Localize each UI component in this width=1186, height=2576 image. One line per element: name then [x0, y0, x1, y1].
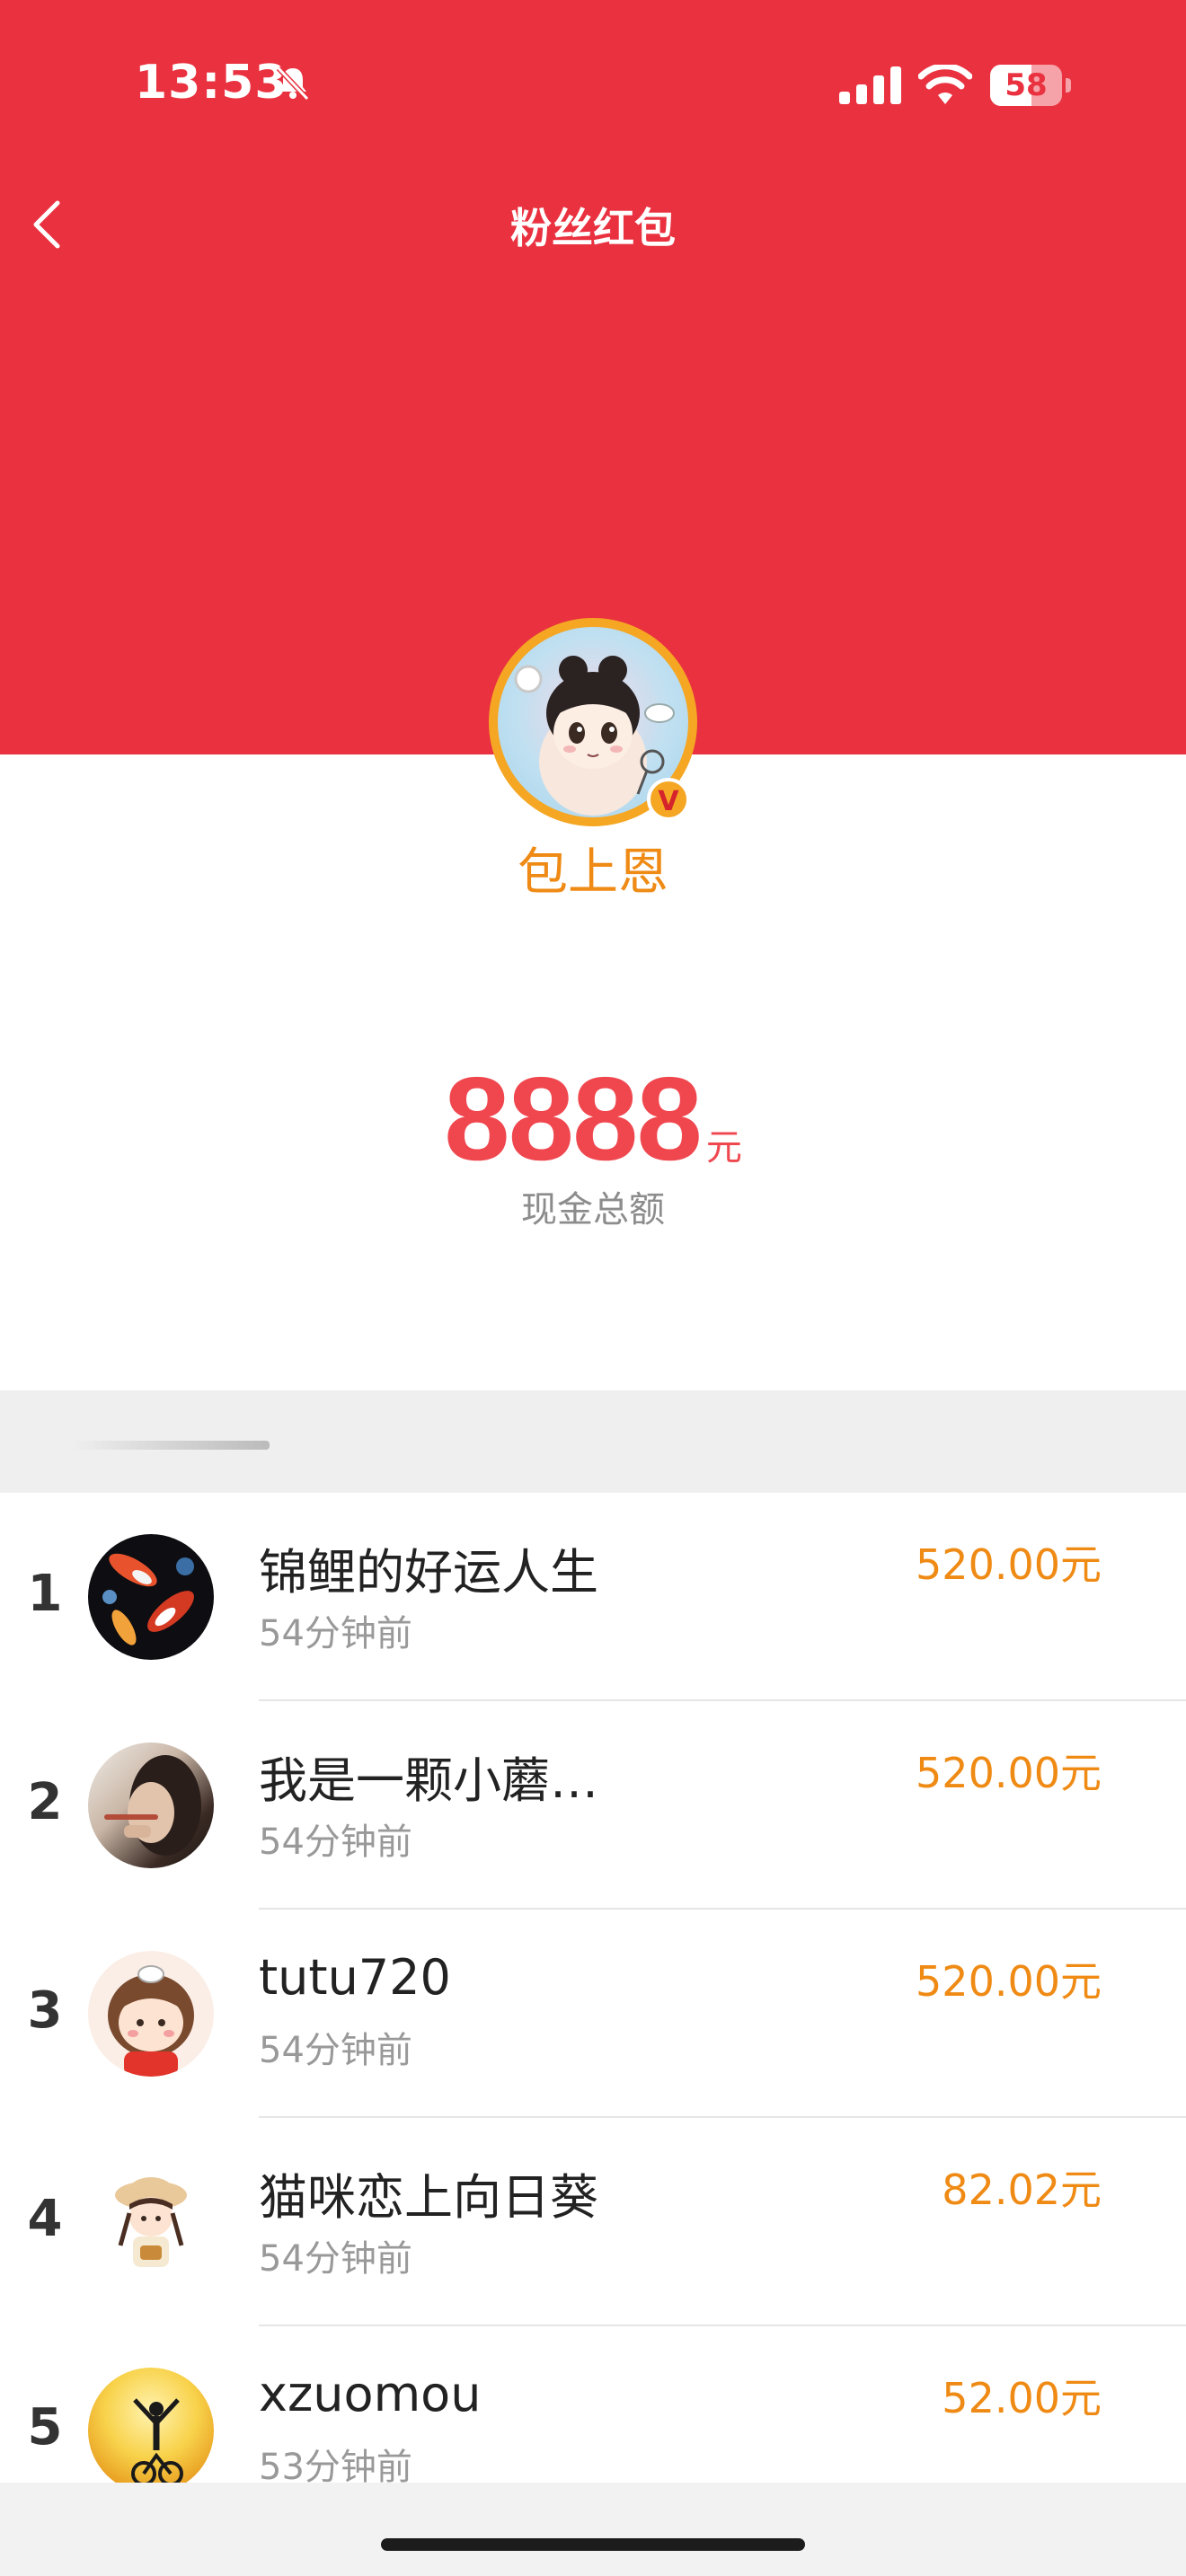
rank-number: 5	[27, 2398, 63, 2457]
home-indicator[interactable]	[381, 2538, 805, 2551]
battery-indicator: 58	[990, 65, 1071, 106]
receive-amount: 520.00元	[916, 1957, 1102, 2006]
recipient-name: xzuomou	[259, 2366, 482, 2422]
recipient-name: tutu720	[259, 1949, 451, 2006]
receive-time: 54分钟前	[259, 1613, 412, 1654]
list-item[interactable]: 2 我是一颗小蘑… 54分钟前 520.00元	[0, 1701, 1186, 1910]
total-amount-label: 现金总额	[521, 1189, 665, 1231]
status-time: 13:53	[135, 56, 288, 110]
receive-time: 54分钟前	[259, 1822, 412, 1863]
cartoon-girl-avatar[interactable]	[88, 1951, 214, 2077]
verified-badge-icon: V	[647, 778, 690, 821]
rank-number: 3	[27, 1981, 63, 2040]
total-amount: 8888	[444, 1053, 703, 1185]
recipient-name: 锦鲤的好运人生	[259, 1544, 598, 1601]
portrait-avatar[interactable]	[88, 1742, 214, 1868]
receive-amount: 520.00元	[916, 1540, 1102, 1589]
bell-muted-icon	[276, 66, 310, 101]
receive-time: 54分钟前	[259, 2030, 412, 2071]
receive-time: 54分钟前	[259, 2238, 412, 2280]
recipient-name: 我是一颗小蘑…	[259, 1752, 598, 1809]
sunset-cyclist-avatar[interactable]	[88, 2368, 214, 2493]
cartoon-child-avatar[interactable]	[88, 2159, 214, 2285]
rank-number: 2	[27, 1773, 63, 1831]
receive-amount: 52.00元	[942, 2374, 1102, 2422]
bottom-safe-area	[0, 2483, 1186, 2576]
rank-number: 1	[27, 1565, 63, 1623]
total-amount-unit: 元	[705, 1127, 742, 1169]
receive-amount: 82.02元	[942, 2166, 1102, 2214]
page-title: 粉丝红包	[510, 204, 676, 252]
list-item[interactable]: 4 猫咪恋上向日葵 54分钟前 82.02元	[0, 2118, 1186, 2326]
total-amount-row: 8888 元	[0, 1051, 1186, 1187]
battery-percent: 58	[1005, 67, 1048, 103]
cellular-signal-icon	[839, 66, 901, 104]
koi-avatar[interactable]	[88, 1534, 214, 1660]
sender-name[interactable]: 包上恩	[0, 832, 1186, 904]
list-item[interactable]: 1 锦鲤的好运人生 54分钟前 520.00元	[0, 1493, 1186, 1701]
blurred-text	[72, 1441, 270, 1450]
rank-number: 4	[27, 2190, 63, 2248]
recipient-name: 猫咪恋上向日葵	[259, 2169, 598, 2226]
receive-amount: 520.00元	[916, 1749, 1102, 1797]
list-item[interactable]: 3 tutu720 54分钟前 520.00元	[0, 1910, 1186, 2118]
wifi-icon	[918, 65, 972, 104]
